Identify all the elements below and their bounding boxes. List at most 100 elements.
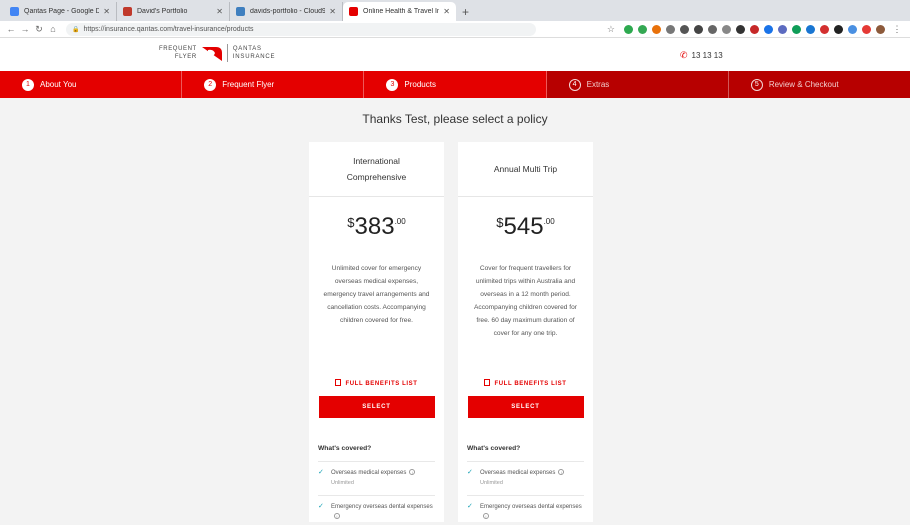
price-currency: $ [347, 215, 355, 230]
step-about-you[interactable]: 1 About You [0, 71, 183, 98]
step-number: 5 [750, 78, 763, 91]
extension-icon[interactable] [792, 24, 801, 34]
info-icon[interactable]: i [409, 469, 416, 475]
menu-icon[interactable]: ⋮ [890, 24, 904, 35]
price-amount: 545 [503, 213, 544, 240]
step-frequent-flyer[interactable]: 2 Frequent Flyer [182, 71, 365, 98]
benefits-label: FULL BENEFITS LIST [345, 381, 418, 387]
policy-name: International Comprehensive [309, 142, 444, 197]
extension-icon[interactable] [736, 24, 745, 34]
covered-item-label: Emergency overseas dental expenses [480, 504, 582, 510]
logo-text: QANTAS [232, 46, 262, 52]
close-icon[interactable]: ✕ [103, 7, 110, 16]
policy-price: $545.00 [458, 213, 593, 245]
extension-icon[interactable] [624, 24, 633, 34]
policy-name: Annual Multi Trip [458, 142, 593, 197]
browser-tab[interactable]: David's Portfolio ✕ [117, 2, 230, 21]
portfolio-favicon-icon [123, 7, 132, 16]
tab-title: Qantas Page - Google Docs [24, 8, 100, 15]
logo-frequent-flyer: FREQUENT FLYER [159, 45, 197, 61]
full-benefits-link[interactable]: FULL BENEFITS LIST [309, 379, 444, 389]
qantas-logo[interactable]: FREQUENT FLYER QANTAS INSURANCE [159, 44, 275, 62]
select-button[interactable]: SELECT [318, 396, 435, 418]
forward-icon[interactable]: → [18, 24, 32, 34]
phone-link[interactable]: ✆ 13 13 13 [680, 50, 723, 61]
check-icon: ✓ [467, 469, 473, 476]
price-amount: 383 [354, 213, 395, 240]
step-products[interactable]: 3 Products [364, 71, 547, 98]
new-tab-icon[interactable]: + [456, 5, 475, 21]
logo-text: FREQUENT [159, 46, 197, 52]
url-field[interactable]: 🔒 https://insurance.qantas.com/travel-in… [66, 22, 536, 36]
info-icon[interactable]: i [558, 469, 565, 475]
document-icon [335, 379, 342, 386]
browser-tab[interactable]: Qantas Page - Google Docs ✕ [4, 2, 117, 21]
covered-item: ✓ Emergency overseas dental expenses i [318, 495, 435, 525]
step-label: Products [404, 80, 436, 89]
tab-title: davids-portfolio - Cloud9 [250, 8, 326, 15]
extension-icon[interactable] [778, 24, 787, 34]
extension-icon[interactable] [834, 24, 843, 34]
page-title: Thanks Test, please select a policy [362, 112, 548, 126]
step-review-checkout[interactable]: 5 Review & Checkout [728, 71, 910, 98]
extension-icon[interactable] [750, 24, 759, 34]
extension-icon[interactable] [848, 24, 857, 34]
logo-divider [226, 44, 228, 62]
logo-text: INSURANCE [232, 54, 276, 60]
back-icon[interactable]: ← [4, 24, 18, 34]
close-icon[interactable]: ✕ [216, 7, 223, 16]
extension-icon[interactable] [652, 24, 661, 34]
whats-covered-title: What's covered? [467, 445, 521, 452]
browser-tab-active[interactable]: Online Health & Travel Insurance ✕ [343, 2, 456, 21]
extension-icon[interactable] [666, 24, 675, 34]
info-icon[interactable]: i [483, 513, 489, 519]
step-number: 3 [386, 78, 399, 91]
browser-tab[interactable]: davids-portfolio - Cloud9 ✕ [230, 2, 343, 21]
check-icon: ✓ [318, 503, 324, 510]
browser-tab-bar: Qantas Page - Google Docs ✕ David's Port… [0, 0, 910, 21]
extension-icon[interactable] [806, 24, 815, 34]
extension-icon[interactable] [708, 24, 717, 34]
whats-covered-title: What's covered? [318, 445, 372, 452]
site-header: FREQUENT FLYER QANTAS INSURANCE ✆ 13 13 … [0, 38, 910, 71]
price-cents: .00 [543, 217, 555, 226]
home-icon[interactable]: ⌂ [46, 24, 60, 34]
full-benefits-link[interactable]: FULL BENEFITS LIST [458, 379, 593, 389]
tab-title: David's Portfolio [137, 8, 188, 15]
benefits-label: FULL BENEFITS LIST [494, 381, 567, 387]
extension-icon[interactable] [820, 24, 829, 34]
check-icon: ✓ [467, 503, 473, 510]
price-currency: $ [496, 215, 504, 230]
extension-icon[interactable] [680, 24, 689, 34]
extension-icon[interactable] [764, 24, 773, 34]
address-bar: ← → ↻ ⌂ 🔒 https://insurance.qantas.com/t… [0, 21, 910, 38]
reload-icon[interactable]: ↻ [32, 24, 46, 35]
document-icon [484, 379, 491, 386]
step-number: 2 [204, 78, 217, 91]
step-number: 4 [568, 78, 581, 91]
extension-icon[interactable] [862, 24, 871, 34]
covered-item-label: Overseas medical expenses [331, 470, 407, 476]
policy-card: International Comprehensive $383.00 Unli… [309, 142, 444, 522]
qantas-favicon-icon [349, 7, 358, 16]
step-extras[interactable]: 4 Extras [546, 71, 729, 98]
step-label: Review & Checkout [768, 80, 839, 89]
policy-price: $383.00 [309, 213, 444, 245]
covered-item-sub: Unlimited [331, 480, 354, 486]
phone-number: 13 13 13 [691, 51, 723, 60]
step-number: 1 [22, 78, 34, 91]
logo-text: FLYER [174, 54, 197, 60]
extension-icon[interactable] [722, 24, 731, 34]
google-docs-icon [10, 7, 19, 16]
bookmark-star-icon[interactable]: ☆ [607, 24, 615, 35]
close-icon[interactable]: ✕ [443, 7, 450, 16]
extension-icon[interactable] [694, 24, 703, 34]
covered-item-label: Emergency overseas dental expenses [331, 504, 433, 510]
extensions-bar: ☆ ⋮ [607, 24, 906, 35]
info-icon[interactable]: i [334, 513, 340, 519]
extension-icon[interactable] [638, 24, 647, 34]
select-button[interactable]: SELECT [467, 396, 584, 418]
avatar[interactable] [876, 24, 885, 34]
close-icon[interactable]: ✕ [329, 7, 336, 16]
policy-description: Unlimited cover for emergency overseas m… [323, 265, 430, 324]
